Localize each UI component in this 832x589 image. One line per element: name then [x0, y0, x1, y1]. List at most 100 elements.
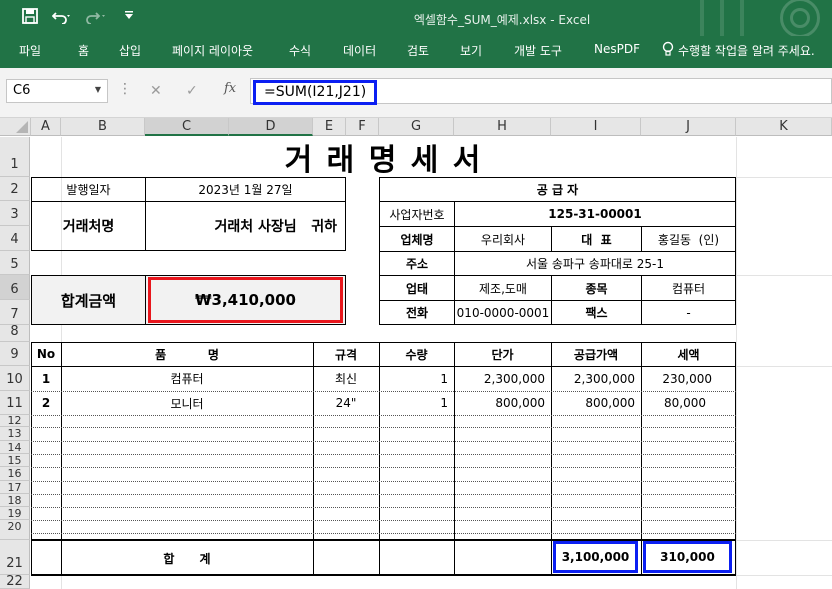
chevron-down-icon[interactable]: ▼ — [95, 85, 101, 94]
company-label[interactable]: 업체명 — [379, 226, 455, 252]
business-label[interactable]: 업태 — [379, 275, 455, 301]
more-options-icon[interactable]: ⋮ — [118, 81, 132, 97]
formula-value[interactable]: =SUM(I21,J21) — [253, 80, 377, 105]
tab-view[interactable]: 보기 — [460, 42, 482, 59]
rep-value[interactable]: 홍길동 (인) — [641, 226, 736, 252]
tab-page-layout[interactable]: 페이지 레이아웃 — [172, 42, 253, 59]
biz-no-value[interactable]: 125-31-00001 — [454, 201, 736, 227]
col-qty-header[interactable]: 수량 — [379, 342, 454, 366]
row-header-18[interactable]: 18 — [0, 494, 30, 507]
row-header-7[interactable]: 7 — [0, 300, 30, 325]
address-value[interactable]: 서울 송파구 송파대로 25-1 — [454, 251, 736, 276]
col-item-header[interactable]: 품 명 — [61, 342, 313, 366]
column-header-b[interactable]: B — [61, 118, 145, 136]
total-amount-label[interactable]: 합계금액 — [31, 275, 146, 325]
col-price-header[interactable]: 단가 — [454, 342, 551, 366]
row-header-15[interactable]: 15 — [0, 454, 30, 467]
tab-insert[interactable]: 삽입 — [119, 42, 141, 59]
select-all-corner[interactable] — [0, 118, 31, 136]
col-supply-header[interactable]: 공급가액 — [551, 342, 641, 366]
row-header-2[interactable]: 2 — [0, 177, 30, 201]
column-header-c[interactable]: C — [145, 118, 229, 136]
column-header-i[interactable]: I — [551, 118, 641, 136]
tab-developer[interactable]: 개발 도구 — [514, 42, 562, 59]
name-box[interactable]: C6 ▼ — [6, 79, 108, 103]
col-tax-header[interactable]: 세액 — [641, 342, 736, 366]
item-1-tax[interactable]: 230,000 — [641, 366, 736, 391]
row-header-17[interactable]: 17 — [0, 481, 30, 494]
row-header-1[interactable]: 1 — [0, 137, 30, 177]
business-value[interactable]: 제조,도매 — [454, 275, 552, 301]
row-header-20[interactable]: 20 — [0, 520, 30, 540]
item-1-supply[interactable]: 2,300,000 — [551, 366, 641, 391]
items-total-label[interactable]: 합 계 — [61, 541, 313, 575]
tab-nespdf[interactable]: NesPDF — [594, 42, 640, 56]
row-header-12[interactable]: 12 — [0, 415, 30, 427]
issue-date-label[interactable]: 발행일자 — [31, 177, 146, 202]
supplier-header[interactable]: 공 급 자 — [379, 177, 736, 202]
item-1-price[interactable]: 2,300,000 — [454, 366, 551, 391]
row-header-13[interactable]: 13 — [0, 427, 30, 441]
column-header-f[interactable]: F — [346, 118, 379, 136]
row-header-8[interactable]: 8 — [0, 325, 30, 342]
column-header-e[interactable]: E — [313, 118, 346, 136]
tab-formulas[interactable]: 수식 — [289, 42, 311, 59]
item-1-name[interactable]: 컴퓨터 — [61, 366, 313, 391]
item-2-price[interactable]: 800,000 — [454, 391, 551, 415]
issue-date-value[interactable]: 2023년 1월 27일 — [145, 177, 346, 202]
row-header-19[interactable]: 19 — [0, 507, 30, 520]
column-header-j[interactable]: J — [641, 118, 736, 136]
row-header-9[interactable]: 9 — [0, 342, 30, 366]
tab-data[interactable]: 데이터 — [343, 42, 376, 59]
invoice-title[interactable]: 거 래 명 세 서 — [31, 137, 736, 177]
client-name-value[interactable]: 거래처 사장님 귀하 — [145, 201, 346, 251]
item-1-no[interactable]: 1 — [31, 366, 61, 391]
column-header-g[interactable]: G — [379, 118, 454, 136]
enter-icon[interactable]: ✓ — [186, 83, 198, 99]
item-2-qty[interactable]: 1 — [379, 391, 454, 415]
tab-review[interactable]: 검토 — [407, 42, 429, 59]
phone-label[interactable]: 전화 — [379, 300, 455, 325]
item-2-tax[interactable]: 80,000 — [641, 391, 736, 415]
items-total-tax[interactable]: 310,000 — [643, 541, 732, 573]
item-2-supply[interactable]: 800,000 — [551, 391, 641, 415]
item-1-qty[interactable]: 1 — [379, 366, 454, 391]
category-value[interactable]: 컴퓨터 — [641, 275, 736, 301]
row-header-11[interactable]: 11 — [0, 391, 30, 415]
item-1-spec[interactable]: 최신 — [313, 366, 379, 391]
row-header-5[interactable]: 5 — [0, 251, 30, 275]
fax-label[interactable]: 팩스 — [551, 300, 642, 325]
column-header-k[interactable]: K — [736, 118, 832, 136]
item-2-no[interactable]: 2 — [31, 391, 61, 415]
address-label[interactable]: 주소 — [379, 251, 455, 276]
column-header-h[interactable]: H — [454, 118, 551, 136]
item-2-spec[interactable]: 24" — [313, 391, 379, 415]
company-value[interactable]: 우리회사 — [454, 226, 552, 252]
biz-no-label[interactable]: 사업자번호 — [379, 201, 455, 227]
insert-function-icon[interactable]: fx — [224, 81, 236, 96]
tab-home[interactable]: 홈 — [78, 42, 89, 59]
phone-value[interactable]: 010-0000-0001 — [454, 300, 552, 325]
tell-me-box[interactable]: 수행할 작업을 알려 주세요. — [678, 42, 815, 59]
total-amount-value[interactable]: ₩3,410,000 — [148, 277, 343, 323]
lightbulb-icon[interactable] — [662, 41, 674, 60]
row-header-4[interactable]: 4 — [0, 226, 30, 251]
col-spec-header[interactable]: 규격 — [313, 342, 379, 366]
items-total-supply[interactable]: 3,100,000 — [553, 541, 638, 573]
fax-value[interactable]: - — [641, 300, 736, 325]
item-2-name[interactable]: 모니터 — [61, 391, 313, 415]
row-header-22[interactable]: 22 — [0, 575, 30, 589]
tab-file[interactable]: 파일 — [19, 42, 41, 59]
row-header-16[interactable]: 16 — [0, 467, 30, 481]
col-no-header[interactable]: No — [31, 342, 61, 366]
column-header-a[interactable]: A — [31, 118, 61, 136]
cancel-icon[interactable]: ✕ — [150, 83, 162, 99]
row-header-21[interactable]: 21 — [0, 540, 30, 575]
category-label[interactable]: 종목 — [551, 275, 642, 301]
row-header-6[interactable]: 6 — [0, 275, 30, 300]
row-header-10[interactable]: 10 — [0, 366, 30, 391]
rep-label[interactable]: 대 표 — [551, 226, 642, 252]
column-header-d[interactable]: D — [229, 118, 313, 136]
row-header-14[interactable]: 14 — [0, 441, 30, 454]
client-name-label[interactable]: 거래처명 — [31, 201, 146, 251]
